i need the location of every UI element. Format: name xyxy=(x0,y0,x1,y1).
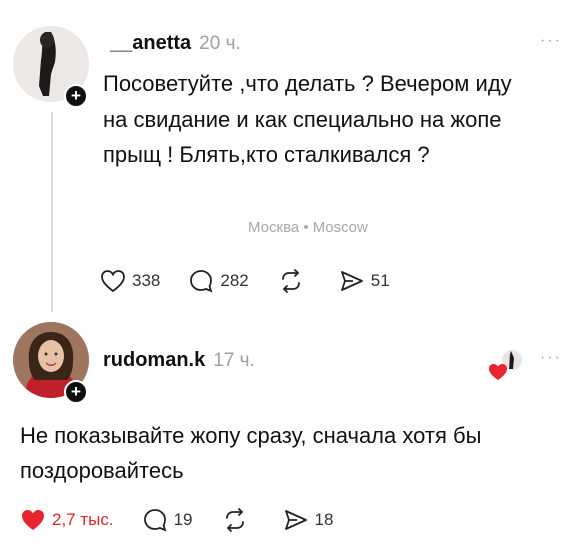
more-options-icon[interactable]: ··· xyxy=(540,349,562,367)
post-time: 17 ч. xyxy=(213,350,255,371)
post-actions: 338 282 51 xyxy=(100,268,418,294)
share-button[interactable]: 51 xyxy=(339,269,390,293)
heart-icon xyxy=(101,270,125,293)
comment-count: 282 xyxy=(220,271,249,290)
post-author[interactable]: rudoman.k 17 ч. xyxy=(103,349,255,372)
comment-button[interactable]: 19 xyxy=(142,507,193,533)
repost-button[interactable] xyxy=(277,268,311,294)
repost-button[interactable] xyxy=(221,507,255,533)
comment-count: 19 xyxy=(173,510,193,529)
repost-icon xyxy=(281,269,300,293)
like-count: 2,7 тыс. xyxy=(52,510,114,529)
username[interactable]: rudoman.k xyxy=(103,349,205,371)
thread-reply: + rudoman.k 17 ч. ··· Не показывайте жопу… xyxy=(0,0,582,532)
send-icon xyxy=(284,510,307,530)
comment-bubble-icon xyxy=(190,270,213,293)
author-liked-indicator xyxy=(486,348,526,384)
like-button[interactable]: 338 xyxy=(100,269,160,293)
reply-text: Не показывайте жопу сразу, сначала хотя … xyxy=(20,423,482,483)
post-actions: 2,7 тыс. 19 18 xyxy=(20,507,361,533)
send-icon xyxy=(340,271,363,291)
share-count: 51 xyxy=(370,271,390,290)
follow-plus-icon[interactable]: + xyxy=(64,380,88,404)
share-count: 18 xyxy=(314,510,334,529)
share-button[interactable]: 18 xyxy=(283,508,334,532)
liked-by-author-icon xyxy=(489,350,522,380)
like-count: 338 xyxy=(132,271,161,290)
comment-bubble-icon xyxy=(143,509,166,532)
comment-button[interactable]: 282 xyxy=(188,268,249,294)
repost-icon xyxy=(225,508,244,532)
like-button[interactable]: 2,7 тыс. xyxy=(20,508,114,532)
heart-filled-icon xyxy=(22,510,44,530)
